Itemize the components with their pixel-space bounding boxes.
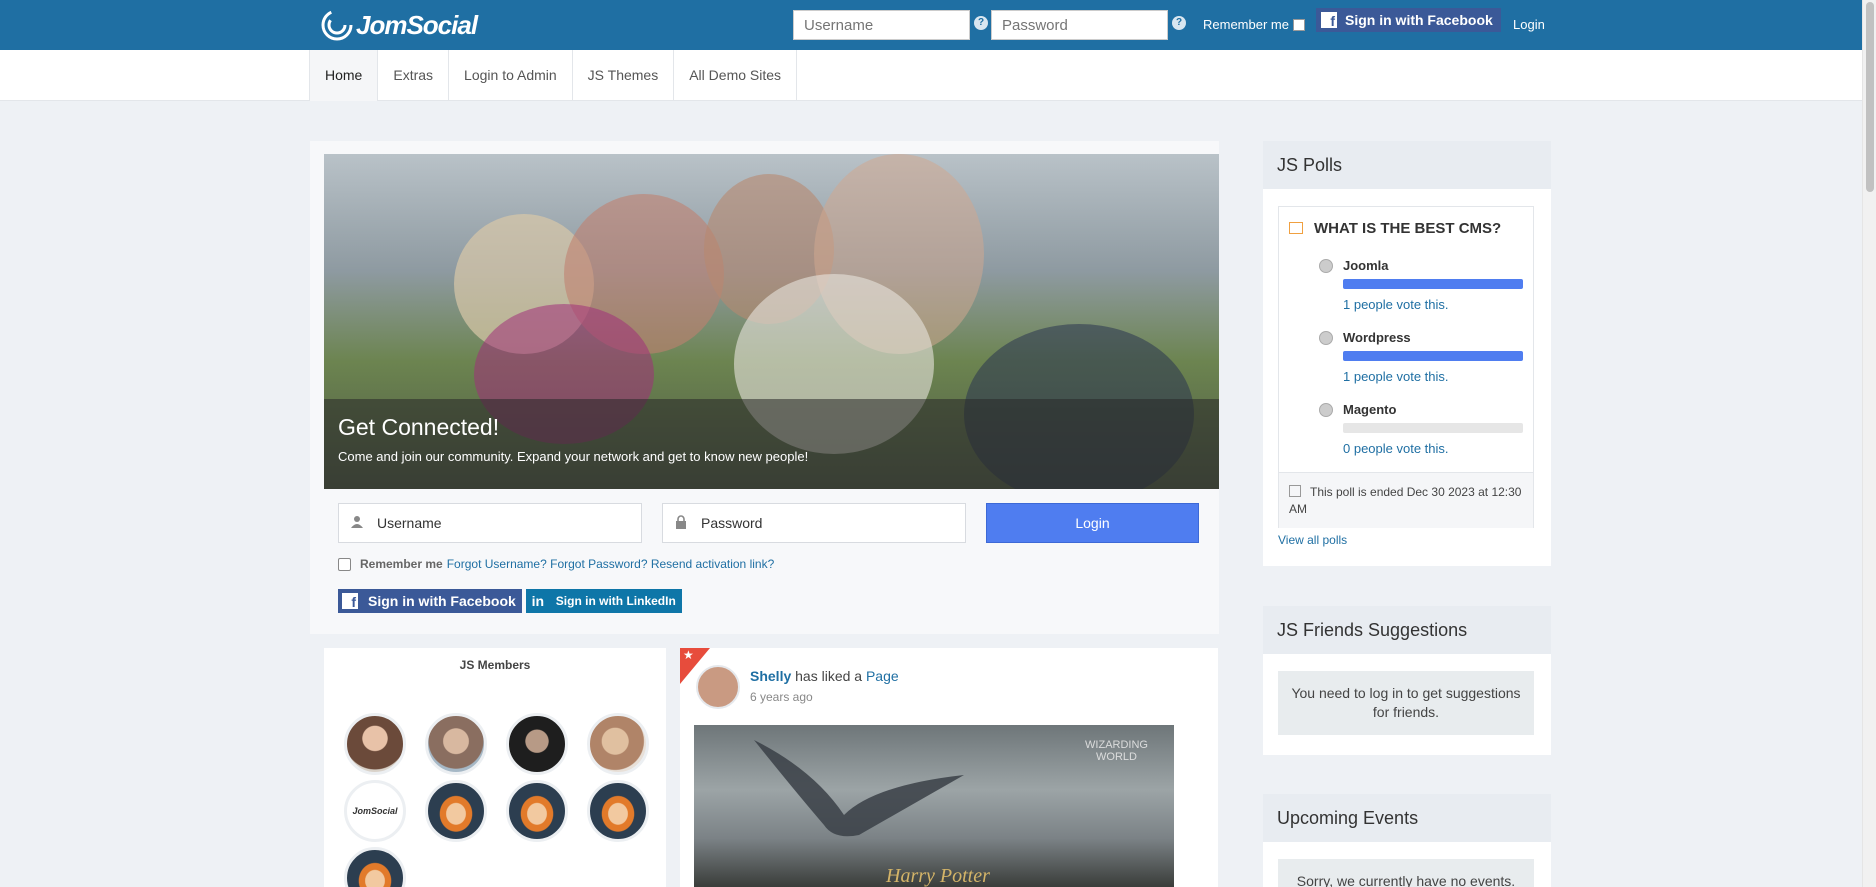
members-title: JS Members [459, 658, 531, 672]
poll-radio[interactable] [1319, 403, 1333, 417]
header-remember-label: Remember me [1203, 17, 1289, 32]
username-input[interactable]: Username [338, 503, 642, 543]
page-scrollbar[interactable] [1862, 0, 1876, 887]
password-input[interactable]: Password [662, 503, 966, 543]
harry-potter-title: Harry Potter [886, 865, 990, 887]
events-notice: Sorry, we currently have no events. [1278, 859, 1534, 887]
poll-box: WHAT IS THE BEST CMS? Joomla 1 people vo… [1278, 206, 1534, 528]
friends-heading: JS Friends Suggestions [1263, 606, 1551, 654]
linkedin-login-label: Sign in with LinkedIn [555, 594, 676, 608]
activity-image[interactable]: WIZARDING WORLD Harry Potter [694, 725, 1174, 887]
activity-stream-item: ★ Shelly has liked a Page 6 years ago WI… [680, 648, 1218, 887]
header-login-link[interactable]: Login [1513, 17, 1545, 32]
linkedin-login-button[interactable]: in Sign in with LinkedIn [525, 589, 682, 613]
poll-question: WHAT IS THE BEST CMS? [1314, 220, 1502, 237]
activity-object-link[interactable]: Page [866, 668, 899, 684]
resend-activation-link[interactable]: Resend activation link? [651, 557, 774, 571]
member-avatar-default[interactable] [344, 847, 406, 887]
remember-checkbox[interactable] [338, 557, 351, 571]
actor-name-link[interactable]: Shelly [750, 668, 791, 684]
nav-tab-login-admin[interactable]: Login to Admin [449, 50, 573, 101]
forgot-username-link[interactable]: Forgot Username? [447, 557, 547, 571]
polls-module: JS Polls WHAT IS THE BEST CMS? Joomla 1 … [1263, 141, 1551, 566]
poll-bar [1343, 279, 1523, 289]
polls-heading: JS Polls [1263, 141, 1551, 189]
member-avatar[interactable] [425, 713, 487, 775]
username-help-icon[interactable]: ? [974, 16, 988, 30]
upcoming-events-module: Upcoming Events Sorry, we currently have… [1263, 794, 1551, 887]
login-hero-card: Get Connected! Come and join our communi… [310, 141, 1219, 634]
facebook-login-button[interactable]: f Sign in with Facebook [338, 589, 522, 613]
hero-image: Get Connected! Come and join our communi… [324, 154, 1219, 489]
events-heading: Upcoming Events [1263, 794, 1551, 842]
hero-subtitle: Come and join our community. Expand your… [338, 449, 809, 464]
poll-radio[interactable] [1319, 259, 1333, 273]
member-avatar-default[interactable] [587, 780, 649, 842]
top-bar: JomSocial ? ? Remember me f Sign in with… [0, 0, 1862, 50]
friends-suggestions-module: JS Friends Suggestions You need to log i… [1263, 606, 1551, 755]
poll-votes-link[interactable]: 1 people vote this. [1343, 369, 1449, 384]
password-help-icon[interactable]: ? [1172, 16, 1186, 30]
facebook-icon: f [1321, 12, 1337, 28]
linkedin-icon: in [531, 593, 545, 609]
header-remember: Remember me [1203, 17, 1305, 32]
password-placeholder: Password [701, 515, 763, 531]
facebook-icon: f [342, 593, 358, 609]
login-button[interactable]: Login [986, 503, 1199, 543]
actor-avatar[interactable] [696, 665, 740, 709]
member-logo-text: JomSocial [352, 806, 398, 816]
logo-swirl-icon [321, 9, 353, 41]
logo-text: JomSocial [356, 9, 478, 40]
poll-votes-link[interactable]: 1 people vote this. [1343, 297, 1449, 312]
wizarding-world-logo: WIZARDING WORLD [1085, 739, 1148, 763]
poll-bar [1343, 351, 1523, 361]
nav-tab-home[interactable]: Home [309, 50, 379, 101]
header-username-input[interactable] [793, 10, 970, 40]
view-all-polls-link[interactable]: View all polls [1278, 533, 1347, 547]
hero-title: Get Connected! [338, 414, 500, 440]
user-icon [351, 516, 363, 528]
friends-notice: You need to log in to get suggestions fo… [1278, 671, 1534, 735]
activity-text: Shelly has liked a Page [750, 668, 899, 684]
members-module: JS Members JomSocial [324, 648, 666, 887]
jomsocial-logo[interactable]: JomSocial [320, 8, 478, 42]
star-icon: ★ [683, 648, 694, 662]
hero-caption: Get Connected! Come and join our communi… [324, 399, 1219, 489]
bar-chart-icon [1289, 222, 1303, 234]
scrollbar-thumb[interactable] [1866, 2, 1874, 192]
poll-radio[interactable] [1319, 331, 1333, 345]
poll-ended-note: This poll is ended Dec 30 2023 at 12:30 … [1279, 472, 1533, 528]
member-avatar[interactable] [506, 713, 568, 775]
social-login-row: f Sign in with Facebook in Sign in with … [338, 589, 682, 613]
header-password-input[interactable] [991, 10, 1168, 40]
poll-bar [1343, 423, 1523, 433]
nav-tab-all-demo-sites[interactable]: All Demo Sites [674, 50, 798, 101]
activity-action: has liked a [791, 668, 866, 684]
remember-row: Remember me Forgot Username? Forgot Pass… [338, 557, 774, 571]
hippogriff-image [754, 740, 964, 837]
member-avatar-default[interactable] [506, 780, 568, 842]
main-nav: Home Extras Login to Admin JS Themes All… [0, 50, 1862, 101]
facebook-login-label: Sign in with Facebook [368, 593, 516, 609]
username-placeholder: Username [377, 515, 442, 531]
forgot-password-link[interactable]: Forgot Password? [550, 557, 647, 571]
member-avatar-default[interactable] [425, 780, 487, 842]
remember-label: Remember me [360, 557, 443, 571]
member-avatar[interactable] [344, 713, 406, 775]
nav-tab-js-themes[interactable]: JS Themes [573, 50, 675, 101]
poll-votes-link[interactable]: 0 people vote this. [1343, 441, 1449, 456]
nav-tab-extras[interactable]: Extras [378, 50, 450, 101]
calendar-icon [1289, 485, 1301, 497]
header-facebook-label: Sign in with Facebook [1345, 12, 1493, 28]
lock-icon [676, 515, 686, 529]
member-avatar[interactable]: JomSocial [344, 780, 406, 842]
activity-time: 6 years ago [750, 690, 813, 704]
header-remember-checkbox[interactable] [1292, 18, 1305, 31]
member-avatar[interactable] [587, 713, 649, 775]
header-facebook-button[interactable]: f Sign in with Facebook [1316, 8, 1501, 32]
